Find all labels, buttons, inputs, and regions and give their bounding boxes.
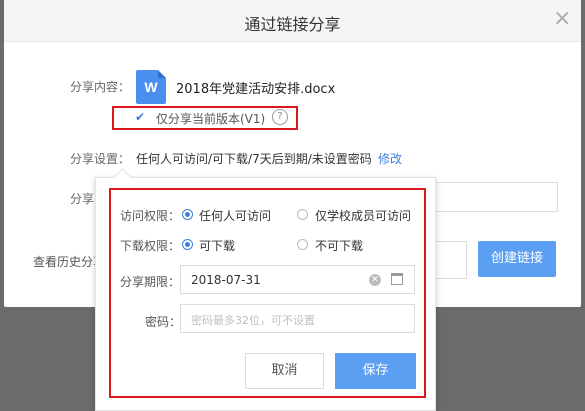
- share-settings-summary: 任何人可访问/可下载/7天后到期/未设置密码: [136, 152, 372, 166]
- share-link-label-partial: 分享: [70, 192, 95, 206]
- close-icon[interactable]: ×: [553, 8, 571, 30]
- highlight-box-version: [112, 106, 298, 130]
- highlight-box-popup: [109, 188, 426, 398]
- word-file-icon: W: [136, 70, 166, 104]
- file-name: 2018年党建活动安排.docx: [176, 82, 336, 97]
- edit-settings-link[interactable]: 修改: [378, 150, 402, 167]
- share-content-label: 分享内容：: [70, 80, 131, 94]
- dialog-title: 通过链接分享: [244, 15, 341, 34]
- share-settings-label: 分享设置：: [70, 152, 131, 166]
- create-link-button[interactable]: 创建链接: [478, 241, 556, 277]
- dialog-header: 通过链接分享 ×: [4, 0, 581, 42]
